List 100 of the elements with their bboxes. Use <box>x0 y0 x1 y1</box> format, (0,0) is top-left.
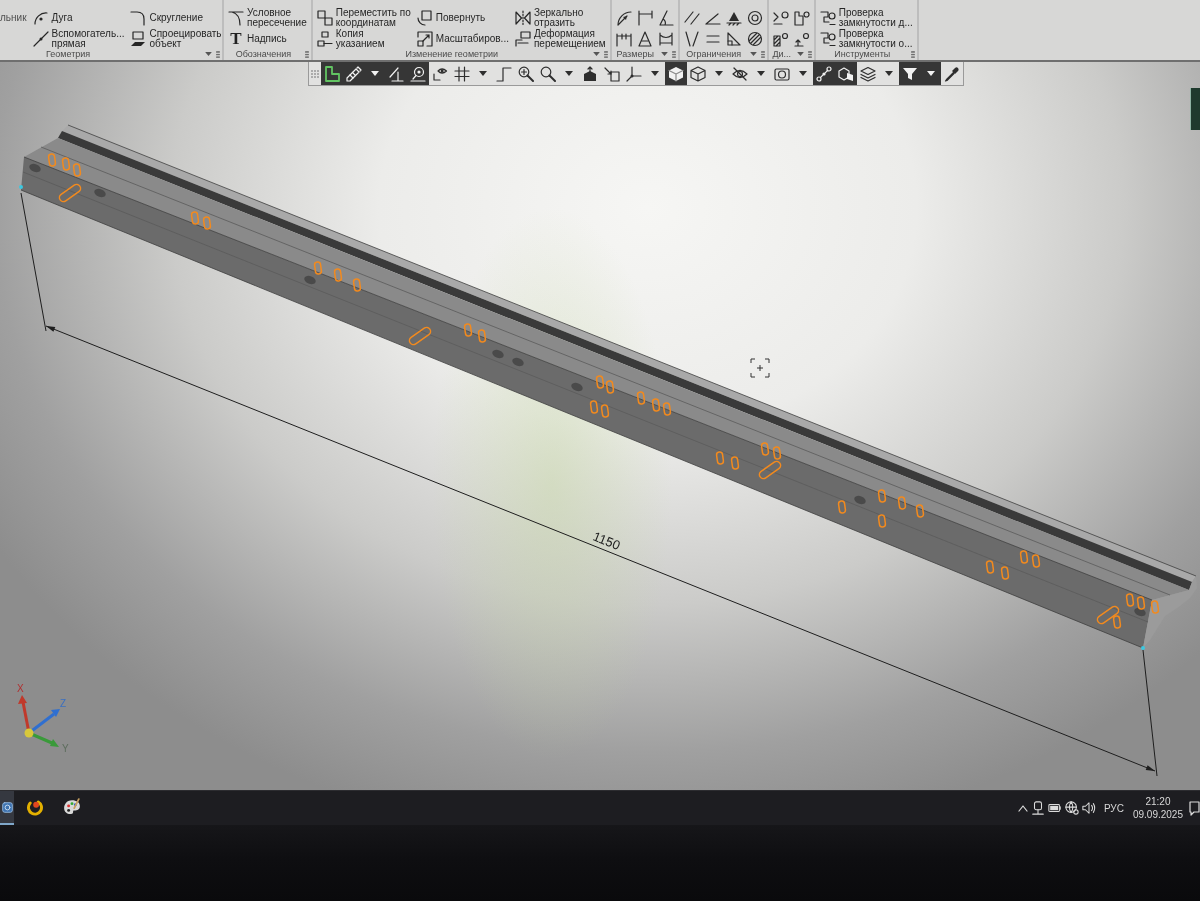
caret-icon <box>799 71 807 76</box>
caret-icon <box>927 71 935 76</box>
offset-squares-icon <box>316 9 333 26</box>
grip-icon[interactable] <box>671 50 676 58</box>
axis-label: X <box>17 683 24 694</box>
ribbon-command-button[interactable]: Зеркально отразить <box>514 7 606 28</box>
square-arc-icon <box>416 9 433 26</box>
house-arrow-icon <box>582 65 598 82</box>
concentric-circles-icon[interactable] <box>746 9 763 26</box>
ribbon-command-button[interactable]: Проверка замкнутости д... <box>819 7 913 28</box>
step-circle-icon <box>819 30 836 47</box>
zoom-in-icon <box>518 65 534 82</box>
triangle-icon[interactable] <box>636 30 653 47</box>
step-circle-icon <box>819 9 836 26</box>
notifications-icon[interactable] <box>1189 800 1200 816</box>
caret-icon <box>651 71 659 76</box>
line-icon <box>32 30 49 47</box>
layers-icon <box>860 65 876 82</box>
monitor-icon[interactable] <box>1030 801 1045 815</box>
ribbon-command-button[interactable]: льник <box>0 12 27 23</box>
ribbon-command-button[interactable]: Спроецировать объект <box>130 28 222 49</box>
camera-icon <box>774 65 790 82</box>
ribbon-command-button[interactable]: Дуга <box>32 9 125 26</box>
ribbon-command-button[interactable]: Вспомогатель... прямая <box>32 28 125 49</box>
step-line-icon <box>496 65 512 82</box>
hatched-bar-icon[interactable] <box>772 30 789 47</box>
taskbar-app-button[interactable] <box>0 791 14 825</box>
corner-snap-icon <box>324 65 340 82</box>
grip-icon[interactable] <box>910 50 915 58</box>
angle-normal-icon <box>388 65 404 82</box>
ribbon-command-button[interactable]: Скругление <box>130 9 222 26</box>
filter-button[interactable] <box>899 62 921 85</box>
panel-title: Ди... <box>771 49 793 59</box>
corner-frame-icon[interactable] <box>793 9 810 26</box>
shaded-cube-icon <box>668 65 684 82</box>
resize-arrow-icon <box>416 30 433 47</box>
dropdown-button[interactable] <box>921 62 941 85</box>
grip-icon[interactable] <box>807 50 812 58</box>
globe-icon[interactable] <box>1064 801 1079 815</box>
language-indicator[interactable]: РУС <box>1103 801 1124 815</box>
speaker-icon[interactable] <box>1081 801 1096 815</box>
ribbon-command-button[interactable]: T Надпись <box>228 30 307 47</box>
side-panel-tab[interactable] <box>1190 88 1200 130</box>
panel-title: Инструменты <box>833 49 892 59</box>
axis-label: Z <box>60 698 67 709</box>
window-app-icon <box>1 801 13 813</box>
corner-snap-button[interactable] <box>321 62 343 85</box>
caret-icon[interactable] <box>592 52 600 56</box>
panel-title: Обозначения <box>234 49 293 59</box>
caret-icon <box>565 71 573 76</box>
coordinate-axes-icon <box>18 695 60 747</box>
ribbon-command-button[interactable]: Копия указанием <box>316 28 411 49</box>
crosshair-cursor-icon <box>750 358 770 378</box>
projection-icon <box>130 30 147 47</box>
caret-icon <box>479 71 487 76</box>
up-arrow-base-icon[interactable] <box>793 30 810 47</box>
right-triangle-icon[interactable] <box>725 30 742 47</box>
shaded-cube-button[interactable] <box>665 62 687 85</box>
chevron-up-icon[interactable] <box>1017 804 1028 812</box>
grip-icon[interactable] <box>216 50 220 58</box>
angle-dimension-icon[interactable] <box>657 9 674 26</box>
ribbon-command-button[interactable]: Проверка замкнутости о... <box>819 28 913 49</box>
hatched-circle-icon[interactable] <box>746 30 763 47</box>
caret-icon[interactable] <box>205 52 212 56</box>
caret-icon[interactable] <box>796 52 804 56</box>
ribbon-command-button[interactable]: Повернуть <box>416 9 509 26</box>
clock-date[interactable]: 09.09.2025 <box>1132 808 1183 821</box>
grip-icon[interactable] <box>304 50 309 58</box>
grip-icon[interactable] <box>603 50 608 58</box>
caret-icon[interactable] <box>749 52 757 56</box>
pencil-icon <box>346 65 362 82</box>
panel-title: Размеры <box>615 49 655 59</box>
caret-icon[interactable] <box>660 52 668 56</box>
clock-time[interactable]: 21:20 <box>1145 795 1171 808</box>
parallel-lines-icon[interactable] <box>683 9 700 26</box>
hexagon-panel-button[interactable] <box>835 62 857 85</box>
ribbon-command-button[interactable]: Условное пересечение <box>228 7 307 28</box>
nodes-icon <box>816 65 832 82</box>
curve-dimension-icon[interactable] <box>657 30 674 47</box>
caret-icon <box>885 71 893 76</box>
ribbon-command-button[interactable]: Переместить по координатам <box>316 7 411 28</box>
slanted-lines-icon[interactable] <box>683 30 700 47</box>
target-stand-button[interactable] <box>407 62 429 85</box>
panel-title: Ограничения <box>685 49 743 59</box>
radius-dimension-icon[interactable] <box>615 9 632 26</box>
wireframe-cube-icon <box>690 65 706 82</box>
nodes-button[interactable] <box>813 62 835 85</box>
ribbon-command-button[interactable]: Масштабиров... <box>416 30 509 47</box>
palette-icon <box>63 798 81 816</box>
grip-icon[interactable] <box>311 69 319 78</box>
corner-lines-icon <box>228 9 244 26</box>
chevron-circle-icon[interactable] <box>772 9 789 26</box>
panel-title: Геометрия <box>45 49 92 59</box>
battery-icon[interactable] <box>1047 801 1062 815</box>
ribbon-command-button[interactable]: Деформация перемещением <box>514 28 606 49</box>
grip-icon[interactable] <box>760 50 765 58</box>
hidden-eye-icon <box>732 65 748 82</box>
text-tool-icon: T <box>228 30 244 47</box>
mirror-icon <box>514 9 531 26</box>
panel-title: Изменение геометрии <box>404 49 499 59</box>
